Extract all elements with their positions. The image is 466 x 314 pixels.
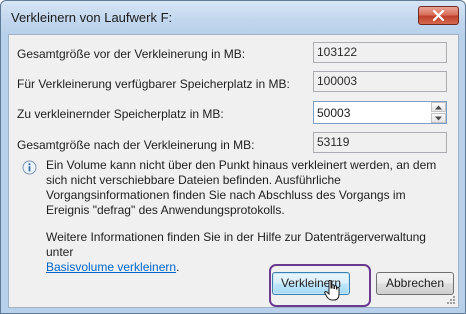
chevron-down-icon [435, 116, 442, 121]
info-message: Ein Volume kann nicht über den Punkt hin… [46, 158, 437, 217]
shrink-dialog: Verkleinern von Laufwerk F: Gesamtgröße … [0, 0, 466, 314]
cancel-button[interactable]: Abbrechen [376, 272, 454, 295]
title-bar[interactable]: Verkleinern von Laufwerk F: [1, 1, 465, 34]
mouse-cursor-icon [324, 280, 340, 301]
stepper-arrows [431, 102, 446, 123]
more-info-suffix: . [176, 260, 180, 274]
available-space-value: 100003 [313, 71, 447, 92]
shrink-amount-stepper[interactable] [313, 101, 447, 124]
stepper-down-button[interactable] [431, 113, 446, 123]
stepper-up-button[interactable] [431, 102, 446, 112]
total-size-before-label: Gesamtgröße vor der Verkleinerung in MB: [17, 47, 246, 61]
available-space-label: Für Verkleinerung verfügbarer Speicherpl… [17, 77, 290, 91]
shrink-amount-label: Zu verkleinernder Speicherplatz in MB: [17, 107, 224, 121]
resize-grip-icon[interactable] [446, 295, 456, 305]
info-icon [22, 160, 37, 175]
shrink-button-highlight [269, 264, 371, 307]
close-icon [432, 10, 445, 21]
more-info-message: Weitere Informationen finden Sie in der … [46, 230, 451, 275]
dialog-client-area: Gesamtgröße vor der Verkleinerung in MB:… [8, 34, 459, 308]
shrink-basic-volume-link[interactable]: Basisvolume verkleinern [46, 260, 176, 274]
total-size-after-label: Gesamtgröße nach der Verkleinerung in MB… [17, 138, 255, 152]
total-size-after-value: 53119 [313, 132, 447, 153]
chevron-up-icon [435, 105, 442, 110]
close-button[interactable] [418, 6, 459, 25]
window-title: Verkleinern von Laufwerk F: [11, 10, 173, 25]
more-info-text: Weitere Informationen finden Sie in der … [46, 230, 426, 259]
shrink-amount-input[interactable] [314, 102, 430, 123]
total-size-before-value: 103122 [313, 42, 447, 63]
